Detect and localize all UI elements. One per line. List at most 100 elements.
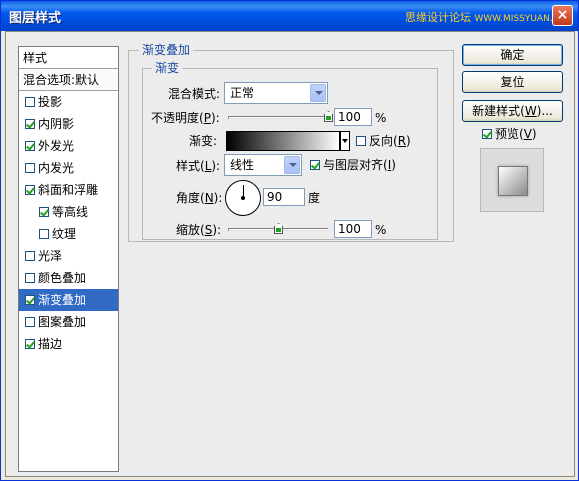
align-label-tail: ) xyxy=(391,158,396,172)
ok-button[interactable]: 确定 xyxy=(462,44,563,66)
preview-checkbox[interactable] xyxy=(482,128,492,139)
new-style-key: W xyxy=(524,104,537,118)
style-item-label: 描边 xyxy=(38,337,63,351)
style-item-label: 图案叠加 xyxy=(38,315,87,329)
style-item-checkbox[interactable] xyxy=(25,118,35,129)
style-item[interactable]: 外发光 xyxy=(19,135,118,157)
reset-button[interactable]: 复位 xyxy=(462,71,563,93)
preview-label-tail: ) xyxy=(531,127,537,141)
style-item[interactable]: 内阴影 xyxy=(19,113,118,135)
angle-input[interactable]: 90 xyxy=(263,188,305,206)
watermark-text: 思缘设计论坛 xyxy=(405,11,471,24)
style-item-checkbox[interactable] xyxy=(25,338,35,349)
preview-swatch xyxy=(498,166,528,196)
scale-input[interactable]: 100 xyxy=(334,220,372,238)
chevron-down-icon xyxy=(284,156,300,174)
opacity-label-text: 不透明度( xyxy=(151,111,204,125)
style-preview xyxy=(480,148,544,212)
style-item-checkbox[interactable] xyxy=(25,184,35,195)
style-item[interactable]: 渐变叠加 xyxy=(19,289,118,311)
style-label: 样式(L): xyxy=(176,157,220,175)
style-item-checkbox[interactable] xyxy=(25,294,35,305)
style-item-label: 投影 xyxy=(38,95,63,109)
reverse-checkbox[interactable] xyxy=(356,135,366,146)
watermark: 思缘设计论坛 WWW.MISSYUAN.COM xyxy=(405,9,574,25)
style-item-label: 内发光 xyxy=(38,161,75,175)
scale-label: 缩放(S): xyxy=(176,221,221,239)
window-title: 图层样式 xyxy=(9,11,62,26)
styles-header[interactable]: 样式 xyxy=(19,47,118,69)
style-item-checkbox[interactable] xyxy=(25,96,35,107)
blend-mode-select[interactable]: 正常 xyxy=(224,82,328,104)
reverse-checkbox-label[interactable]: 反向(R) xyxy=(356,132,411,150)
gradient-subgroup-title: 渐变 xyxy=(152,61,183,75)
style-item-label: 渐变叠加 xyxy=(38,293,87,307)
style-item[interactable]: 光泽 xyxy=(19,245,118,267)
style-item-checkbox[interactable] xyxy=(25,162,35,173)
opacity-label: 不透明度(P): xyxy=(151,109,220,127)
new-style-tail: )... xyxy=(536,104,553,118)
style-item[interactable]: 等高线 xyxy=(19,201,118,223)
close-button[interactable]: × xyxy=(552,5,573,26)
opacity-unit: % xyxy=(375,111,387,125)
style-item-checkbox[interactable] xyxy=(25,140,35,151)
new-style-button[interactable]: 新建样式(W)... xyxy=(462,100,563,122)
style-item[interactable]: 图案叠加 xyxy=(19,311,118,333)
blend-mode-label: 混合模式: xyxy=(168,87,221,101)
preview-checkbox-label[interactable]: 预览(V) xyxy=(482,125,537,143)
style-select[interactable]: 线性 xyxy=(224,154,302,176)
style-item-label: 颜色叠加 xyxy=(38,271,87,285)
reverse-label-text: 反向( xyxy=(369,134,398,148)
style-item-label: 等高线 xyxy=(52,205,89,219)
style-item-checkbox[interactable] xyxy=(39,228,49,239)
style-item[interactable]: 斜面和浮雕 xyxy=(19,179,118,201)
gradient-swatch[interactable] xyxy=(226,131,340,151)
opacity-label-key: P xyxy=(203,111,211,125)
style-value: 线性 xyxy=(230,158,255,172)
styles-list: 样式 混合选项:默认 投影内阴影外发光内发光斜面和浮雕等高线纹理光泽颜色叠加渐变… xyxy=(18,46,119,472)
layer-style-dialog: 图层样式 思缘设计论坛 WWW.MISSYUAN.COM × 样式 混合选项:默… xyxy=(0,0,579,481)
style-item-label: 斜面和浮雕 xyxy=(38,183,99,197)
style-item[interactable]: 纹理 xyxy=(19,223,118,245)
angle-dial[interactable] xyxy=(225,180,261,216)
scale-label-tail: ): xyxy=(212,223,222,237)
gradient-dropdown-icon[interactable] xyxy=(340,131,350,151)
preview-label-key: V xyxy=(523,127,532,141)
angle-label-key: N xyxy=(204,191,214,205)
scale-label-text: 缩放( xyxy=(176,223,205,237)
style-item[interactable]: 内发光 xyxy=(19,157,118,179)
style-item[interactable]: 投影 xyxy=(19,91,118,113)
style-item[interactable]: 颜色叠加 xyxy=(19,267,118,289)
style-item-label: 内阴影 xyxy=(38,117,75,131)
opacity-slider[interactable] xyxy=(228,116,328,119)
style-item-checkbox[interactable] xyxy=(25,272,35,283)
scale-unit: % xyxy=(375,223,387,237)
reverse-label-tail: ) xyxy=(406,134,411,148)
angle-unit: 度 xyxy=(308,191,321,205)
style-item-label: 光泽 xyxy=(38,249,63,263)
align-checkbox[interactable] xyxy=(310,159,320,170)
angle-dial-center xyxy=(241,196,245,200)
close-icon: × xyxy=(556,7,569,23)
angle-label-tail: ): xyxy=(213,191,223,205)
style-item-checkbox[interactable] xyxy=(25,250,35,261)
angle-label-text: 角度( xyxy=(176,191,205,205)
gradient-overlay-title: 渐变叠加 xyxy=(139,43,194,57)
style-item-checkbox[interactable] xyxy=(39,206,49,217)
blend-mode-value: 正常 xyxy=(230,86,255,100)
opacity-label-tail: ): xyxy=(210,111,220,125)
blend-options-item[interactable]: 混合选项:默认 xyxy=(19,69,118,91)
style-item-label: 外发光 xyxy=(38,139,75,153)
dialog-body: 样式 混合选项:默认 投影 内阴影 外发光 内发光 斜面和浮雕 等高线 纹理 光泽 颜色叠加 渐变… xyxy=(5,31,575,477)
new-style-label: 新建样式( xyxy=(472,104,525,118)
style-label-tail: ): xyxy=(211,159,221,173)
align-checkbox-label[interactable]: 与图层对齐(I) xyxy=(310,156,396,174)
style-label-text: 样式( xyxy=(176,159,205,173)
chevron-down-icon xyxy=(310,84,326,102)
style-item[interactable]: 描边 xyxy=(19,333,118,355)
opacity-input[interactable]: 100 xyxy=(334,108,372,126)
style-item-checkbox[interactable] xyxy=(25,316,35,327)
title-bar[interactable]: 图层样式 思缘设计论坛 WWW.MISSYUAN.COM × xyxy=(1,1,578,31)
reverse-label-key: R xyxy=(397,134,407,148)
gradient-label: 渐变: xyxy=(189,134,218,148)
